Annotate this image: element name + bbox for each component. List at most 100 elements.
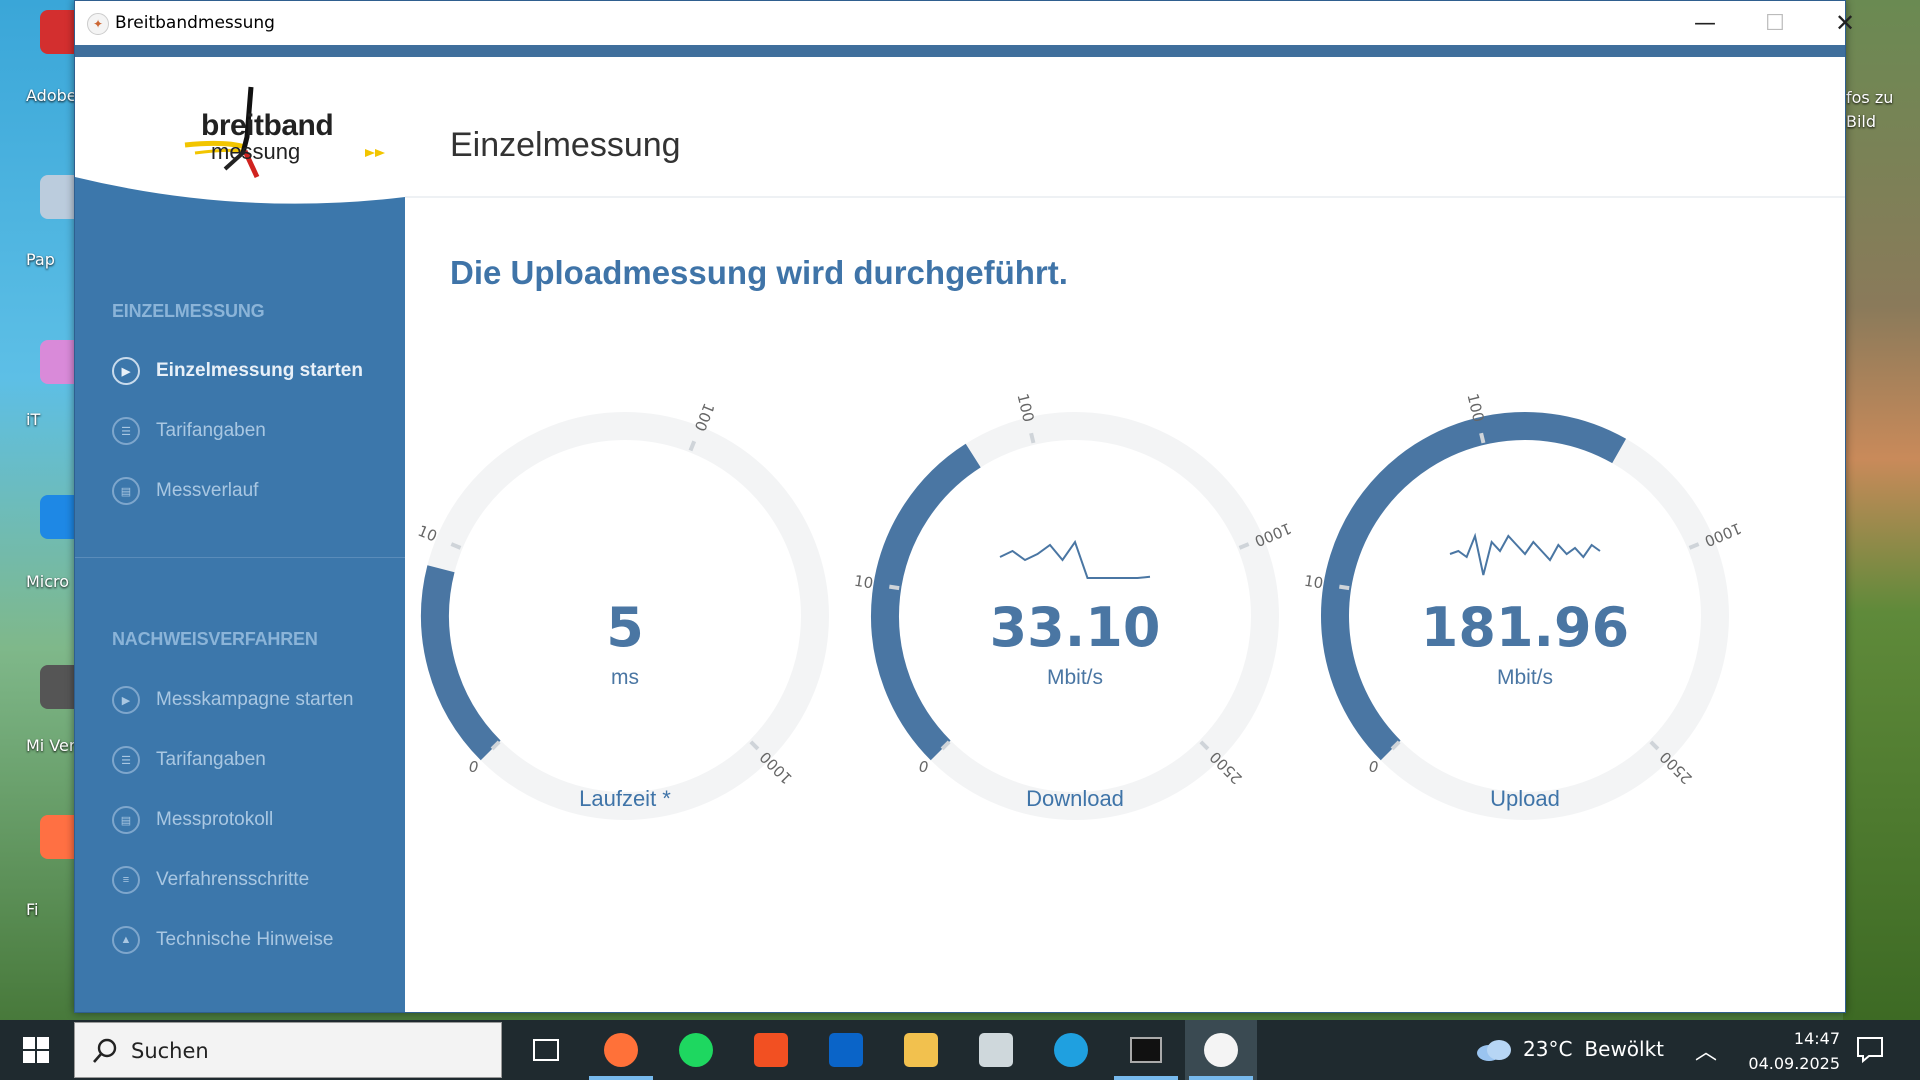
explorer-icon: [904, 1033, 938, 1067]
app-window: ✦ Breitbandmessung — ☐ ✕ breitband messu…: [74, 0, 1855, 1013]
sidebar: breitband messung EINZELMESSUNG ▶ Einzelm…: [75, 57, 405, 1012]
upload-sparkline: [1449, 532, 1601, 576]
latency-unit: ms: [611, 666, 639, 689]
download-tick: [1029, 432, 1036, 444]
gauges-svg: 01010010005msLaufzeit *0101001000250033.…: [415, 392, 1744, 820]
latency-label: Laufzeit *: [579, 786, 671, 811]
sidebar-item-messkampagne-starten[interactable]: ▶ Messkampagne starten: [112, 683, 354, 717]
taskbar-clock[interactable]: 14:47 04.09.2025: [1730, 1026, 1840, 1076]
app-logo-icon: ✦: [87, 13, 109, 35]
firefox-icon: [604, 1033, 638, 1067]
taskbar-explorer-button[interactable]: [885, 1020, 957, 1080]
accent-bar: [75, 45, 1845, 57]
logo-subtitle: messung: [211, 139, 301, 164]
breitbandmessung-icon: [1204, 1033, 1238, 1067]
sidebar-item-label: Messverlauf: [156, 480, 259, 501]
taskbar-outlook-button[interactable]: [810, 1020, 882, 1080]
sidebar-item-label: Messkampagne starten: [156, 689, 354, 710]
upload-tick-label: 100: [1463, 392, 1487, 424]
download-value: 33.10: [990, 596, 1161, 659]
minimize-button[interactable]: —: [1670, 1, 1740, 45]
download-tick-label: 100: [1013, 392, 1037, 424]
upload-label: Upload: [1490, 786, 1560, 811]
play-icon: ▶: [112, 686, 140, 714]
taskbar-edge-button[interactable]: [1035, 1020, 1107, 1080]
sidebar-item-tarifangaben[interactable]: ☰ Tarifangaben: [112, 414, 266, 448]
upload-tick-label: 0: [1369, 758, 1379, 776]
sidebar-item-technische-hinweise[interactable]: ▲ Technische Hinweise: [112, 923, 333, 957]
latency-tick-label: 0: [469, 758, 479, 776]
nav-heading-einzelmessung: EINZELMESSUNG: [112, 301, 265, 321]
upload-tick-label: 1000: [1702, 519, 1744, 550]
taskbar-notepad-button[interactable]: [960, 1020, 1032, 1080]
start-button[interactable]: [0, 1020, 72, 1080]
sidebar-item-label: Messprotokoll: [156, 809, 274, 830]
download-tick-label: 1000: [1252, 519, 1294, 550]
logo: breitband messung: [75, 57, 405, 212]
notepad-icon: [979, 1033, 1013, 1067]
clipboard-icon: ▤: [112, 806, 140, 834]
download-unit: Mbit/s: [1047, 666, 1103, 689]
latency-gauge-fill: [421, 565, 501, 761]
download-label: Download: [1026, 786, 1124, 811]
outlook-icon: [829, 1033, 863, 1067]
sidebar-item-messprotokoll[interactable]: ▤ Messprotokoll: [112, 803, 273, 837]
desktop-icon-label: iT: [26, 410, 41, 429]
sidebar-item-label: Technische Hinweise: [156, 929, 334, 950]
taskbar-terminal-button[interactable]: [1110, 1020, 1182, 1080]
taskbar-task-view-button[interactable]: [510, 1020, 582, 1080]
desktop-icon-label-right: fos zu Bild: [1846, 88, 1894, 131]
play-icon: ▶: [112, 357, 140, 385]
sidebar-item-einzelmessung-starten[interactable]: ▶ Einzelmessung starten: [112, 354, 363, 388]
download-tick-label: 0: [919, 758, 929, 776]
desktop-icon-label: Micro: [26, 572, 70, 591]
upload-value: 181.96: [1421, 596, 1629, 659]
title-bar[interactable]: ✦ Breitbandmessung — ☐ ✕: [75, 1, 1855, 45]
cloud-icon: [1477, 1040, 1511, 1061]
chevron-up-icon[interactable]: ︿: [1695, 1034, 1717, 1066]
user-card-icon: ☰: [112, 746, 140, 774]
taskbar-search-box[interactable]: Suchen: [74, 1022, 502, 1078]
sidebar-item-label: Einzelmessung starten: [156, 360, 363, 381]
store-icon: [754, 1033, 788, 1067]
weather-widget[interactable]: 23°C Bewölkt: [1475, 1036, 1664, 1062]
sidebar-item-tarifangaben[interactable]: ☰ Tarifangaben: [112, 743, 266, 777]
nav-heading-nachweisverfahren: NACHWEISVERFAHREN: [112, 629, 318, 649]
spotify-icon: [679, 1033, 713, 1067]
search-icon: [93, 1038, 117, 1063]
window-title: Breitbandmessung: [115, 13, 275, 33]
download-gauge-fill: [871, 443, 981, 761]
upload-unit: Mbit/s: [1497, 666, 1553, 689]
nav-divider: [75, 557, 405, 558]
maximize-button[interactable]: ☐: [1740, 1, 1810, 45]
taskbar-firefox-button[interactable]: [585, 1020, 657, 1080]
sidebar-item-messverlauf[interactable]: ▤ Messverlauf: [112, 474, 258, 508]
upload-tick: [1479, 432, 1486, 444]
taskbar-store-button[interactable]: [735, 1020, 807, 1080]
taskbar: Suchen 23°C Bewölkt ︿ 14:47 04.09.2025: [0, 1020, 1920, 1080]
desktop-icon-label: Adobe: [26, 86, 77, 105]
page-title: Einzelmessung: [450, 126, 681, 164]
taskbar-spotify-button[interactable]: [660, 1020, 732, 1080]
sidebar-item-label: Tarifangaben: [156, 749, 266, 770]
search-placeholder: Suchen: [131, 1039, 209, 1063]
warning-icon: ▲: [112, 926, 140, 954]
clock-time: 14:47: [1793, 1029, 1840, 1048]
latency-value: 5: [606, 596, 644, 659]
upload-tick-label: 10: [1303, 572, 1325, 593]
close-button[interactable]: ✕: [1810, 1, 1880, 45]
weather-condition: Bewölkt: [1584, 1037, 1665, 1061]
sidebar-item-label: Verfahrensschritte: [156, 869, 310, 890]
taskbar-breitbandmessung-button[interactable]: [1185, 1020, 1257, 1080]
clipboard-icon: ▤: [112, 477, 140, 505]
title-divider: [405, 196, 1845, 198]
upload-gauge-fill: [1321, 412, 1627, 761]
download-sparkline: [999, 539, 1151, 579]
list-icon: ≡: [112, 866, 140, 894]
notification-icon[interactable]: [1855, 1034, 1885, 1064]
sidebar-item-verfahrensschritte[interactable]: ≡ Verfahrensschritte: [112, 863, 309, 897]
download-tick: [889, 584, 900, 591]
terminal-icon: [1130, 1037, 1162, 1063]
status-message: Die Uploadmessung wird durchgeführt.: [450, 254, 1068, 291]
download-tick-label: 10: [853, 572, 875, 593]
